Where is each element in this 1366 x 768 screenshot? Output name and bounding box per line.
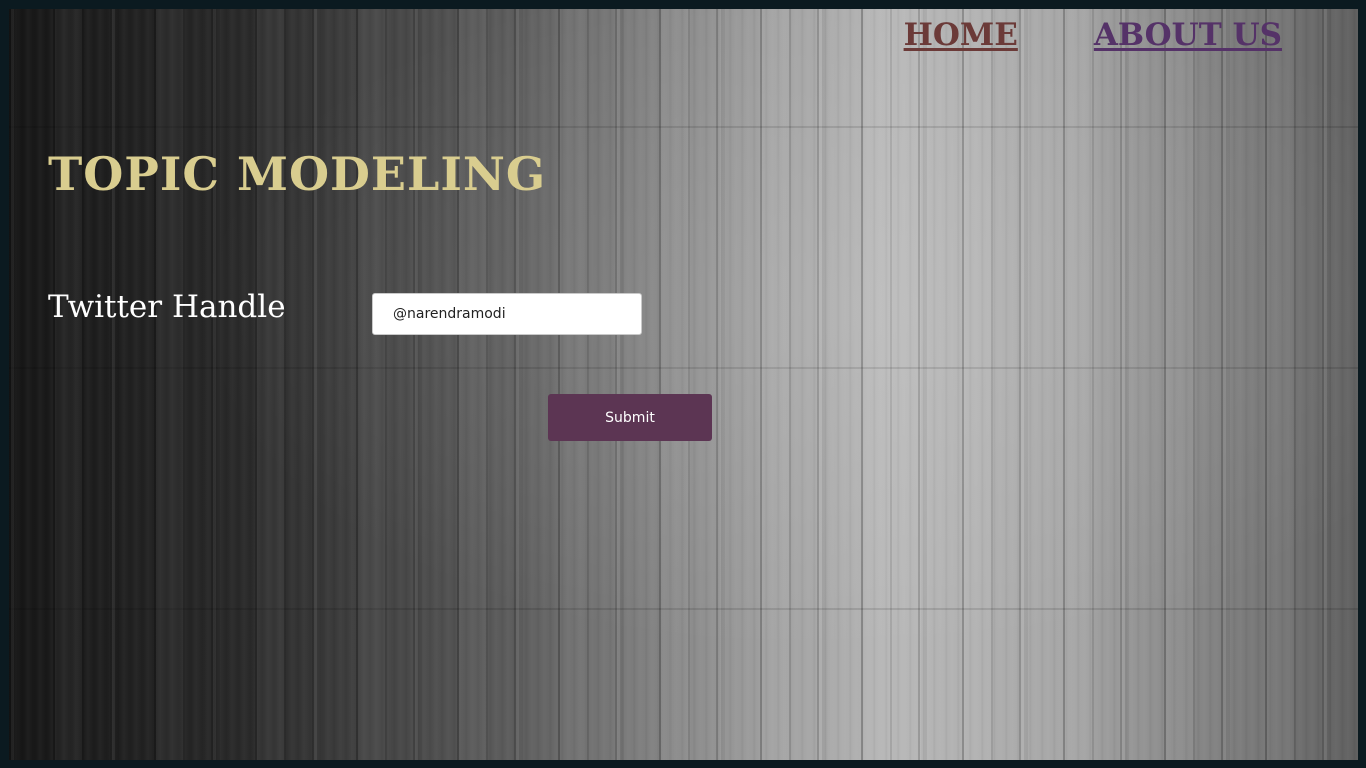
twitter-handle-input[interactable] — [372, 293, 642, 335]
nav-link-home[interactable]: HOME — [904, 17, 1018, 53]
top-nav: HOME ABOUT US — [904, 17, 1282, 53]
page-background: HOME ABOUT US TOPIC MODELING Twitter Han… — [9, 9, 1358, 760]
page-title: TOPIC MODELING — [48, 147, 547, 201]
twitter-handle-label: Twitter Handle — [48, 289, 286, 325]
nav-link-about-us[interactable]: ABOUT US — [1094, 17, 1282, 53]
submit-button[interactable]: Submit — [548, 394, 712, 441]
